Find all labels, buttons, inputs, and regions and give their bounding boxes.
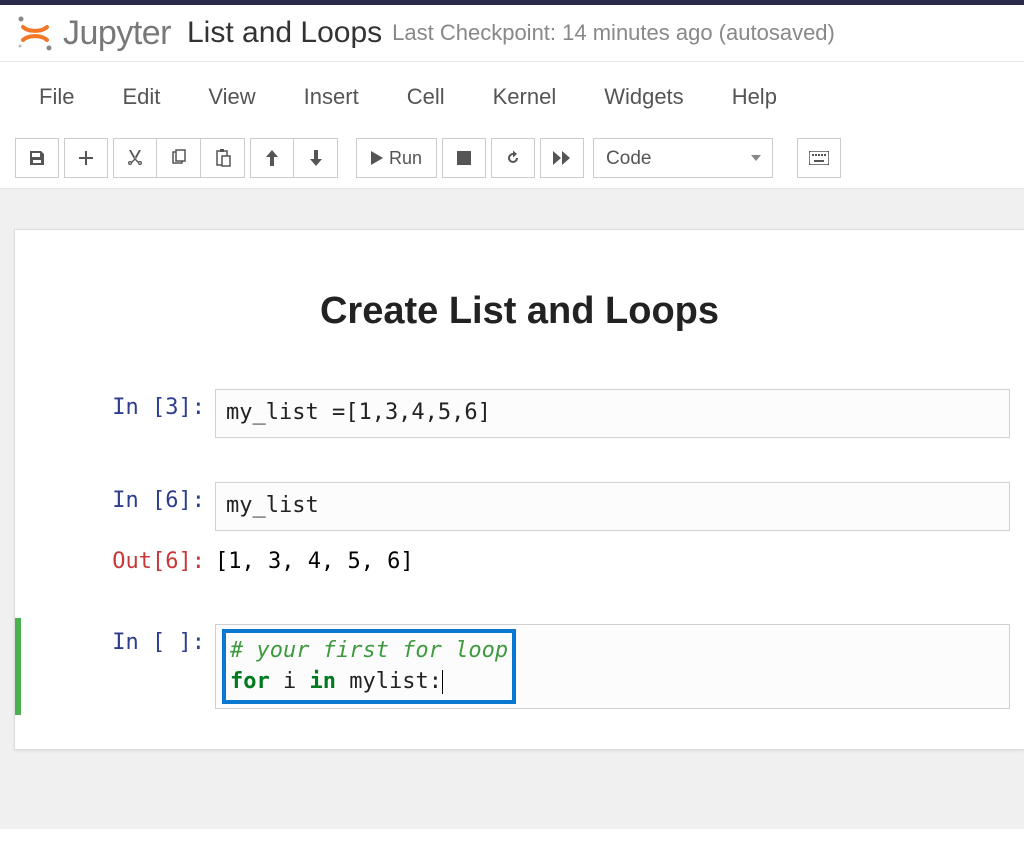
code-cell[interactable]: In [3]: my_list =[1,3,4,5,6] xyxy=(15,383,1024,444)
text-cursor xyxy=(442,670,443,694)
menubar: File Edit View Insert Cell Kernel Widget… xyxy=(0,62,1024,132)
cell-content: my_list xyxy=(215,482,1024,531)
celltype-select-wrap: Code xyxy=(593,138,773,178)
move-up-button[interactable] xyxy=(250,138,294,178)
notebook-area: Create List and Loops In [3]: my_list =[… xyxy=(0,189,1024,829)
paste-button[interactable] xyxy=(201,138,245,178)
input-prompt: In [6]: xyxy=(15,482,215,531)
paste-icon xyxy=(214,149,232,167)
copy-icon xyxy=(170,149,188,167)
code-text: i xyxy=(270,669,310,694)
cell-gap xyxy=(15,448,1024,472)
fast-forward-icon xyxy=(553,151,571,165)
jupyter-logo[interactable]: Jupyter xyxy=(15,13,171,53)
menu-edit[interactable]: Edit xyxy=(98,66,184,128)
code-cell[interactable]: In [6]: my_list xyxy=(15,476,1024,537)
code-comment: # your first for loop xyxy=(230,638,508,663)
menu-widgets[interactable]: Widgets xyxy=(580,66,707,128)
code-input[interactable]: my_list xyxy=(215,482,1010,531)
menu-cell[interactable]: Cell xyxy=(383,66,469,128)
notebook-paper: Create List and Loops In [3]: my_list =[… xyxy=(14,229,1024,750)
cut-icon xyxy=(126,149,144,167)
toolbar: Run Code xyxy=(0,132,1024,189)
restart-icon xyxy=(504,149,522,167)
checkpoint-text: Last Checkpoint: 14 minutes ago (autosav… xyxy=(392,20,835,46)
code-keyword: in xyxy=(310,669,337,694)
move-down-button[interactable] xyxy=(294,138,338,178)
interrupt-button[interactable] xyxy=(442,138,486,178)
cell-content: # your first for loop for i in mylist: xyxy=(215,624,1024,710)
plus-icon xyxy=(78,150,94,166)
menu-file[interactable]: File xyxy=(15,66,98,128)
jupyter-logo-text: Jupyter xyxy=(63,14,171,53)
header: Jupyter List and Loops Last Checkpoint: … xyxy=(0,5,1024,62)
cell-content: my_list =[1,3,4,5,6] xyxy=(215,389,1024,438)
copy-button[interactable] xyxy=(157,138,201,178)
cut-button[interactable] xyxy=(113,138,157,178)
highlighted-region: # your first for loop for i in mylist: xyxy=(222,629,516,705)
celltype-select[interactable]: Code xyxy=(593,138,773,178)
run-button[interactable]: Run xyxy=(356,138,437,178)
keyboard-icon xyxy=(809,151,829,165)
output-prompt: Out[6]: xyxy=(15,543,215,580)
menu-help[interactable]: Help xyxy=(708,66,801,128)
restart-run-all-button[interactable] xyxy=(540,138,584,178)
menu-view[interactable]: View xyxy=(184,66,279,128)
menu-kernel[interactable]: Kernel xyxy=(469,66,581,128)
jupyter-icon xyxy=(15,13,55,53)
input-prompt: In [ ]: xyxy=(21,624,215,710)
cut-copy-paste-group xyxy=(113,138,245,178)
output-cell: Out[6]: [1, 3, 4, 5, 6] xyxy=(15,541,1024,586)
input-prompt: In [3]: xyxy=(15,389,215,438)
code-output: [1, 3, 4, 5, 6] xyxy=(215,543,1010,580)
save-button[interactable] xyxy=(15,138,59,178)
play-icon xyxy=(371,151,383,165)
add-cell-button[interactable] xyxy=(64,138,108,178)
command-palette-button[interactable] xyxy=(797,138,841,178)
cell-gap xyxy=(15,590,1024,614)
code-input[interactable]: my_list =[1,3,4,5,6] xyxy=(215,389,1010,438)
code-text: mylist: xyxy=(336,669,442,694)
markdown-heading[interactable]: Create List and Loops xyxy=(15,290,1024,333)
arrow-down-icon xyxy=(309,150,323,166)
menu-insert[interactable]: Insert xyxy=(280,66,383,128)
save-icon xyxy=(28,149,46,167)
code-cell-selected[interactable]: In [ ]: # your first for loop for i in my… xyxy=(15,618,1024,716)
run-label: Run xyxy=(389,148,422,169)
cell-content: [1, 3, 4, 5, 6] xyxy=(215,543,1024,580)
arrow-up-icon xyxy=(265,150,279,166)
notebook-title[interactable]: List and Loops xyxy=(187,16,382,50)
code-input[interactable]: # your first for loop for i in mylist: xyxy=(215,624,1010,710)
restart-button[interactable] xyxy=(491,138,535,178)
stop-icon xyxy=(457,151,471,165)
move-group xyxy=(250,138,338,178)
code-keyword: for xyxy=(230,669,270,694)
